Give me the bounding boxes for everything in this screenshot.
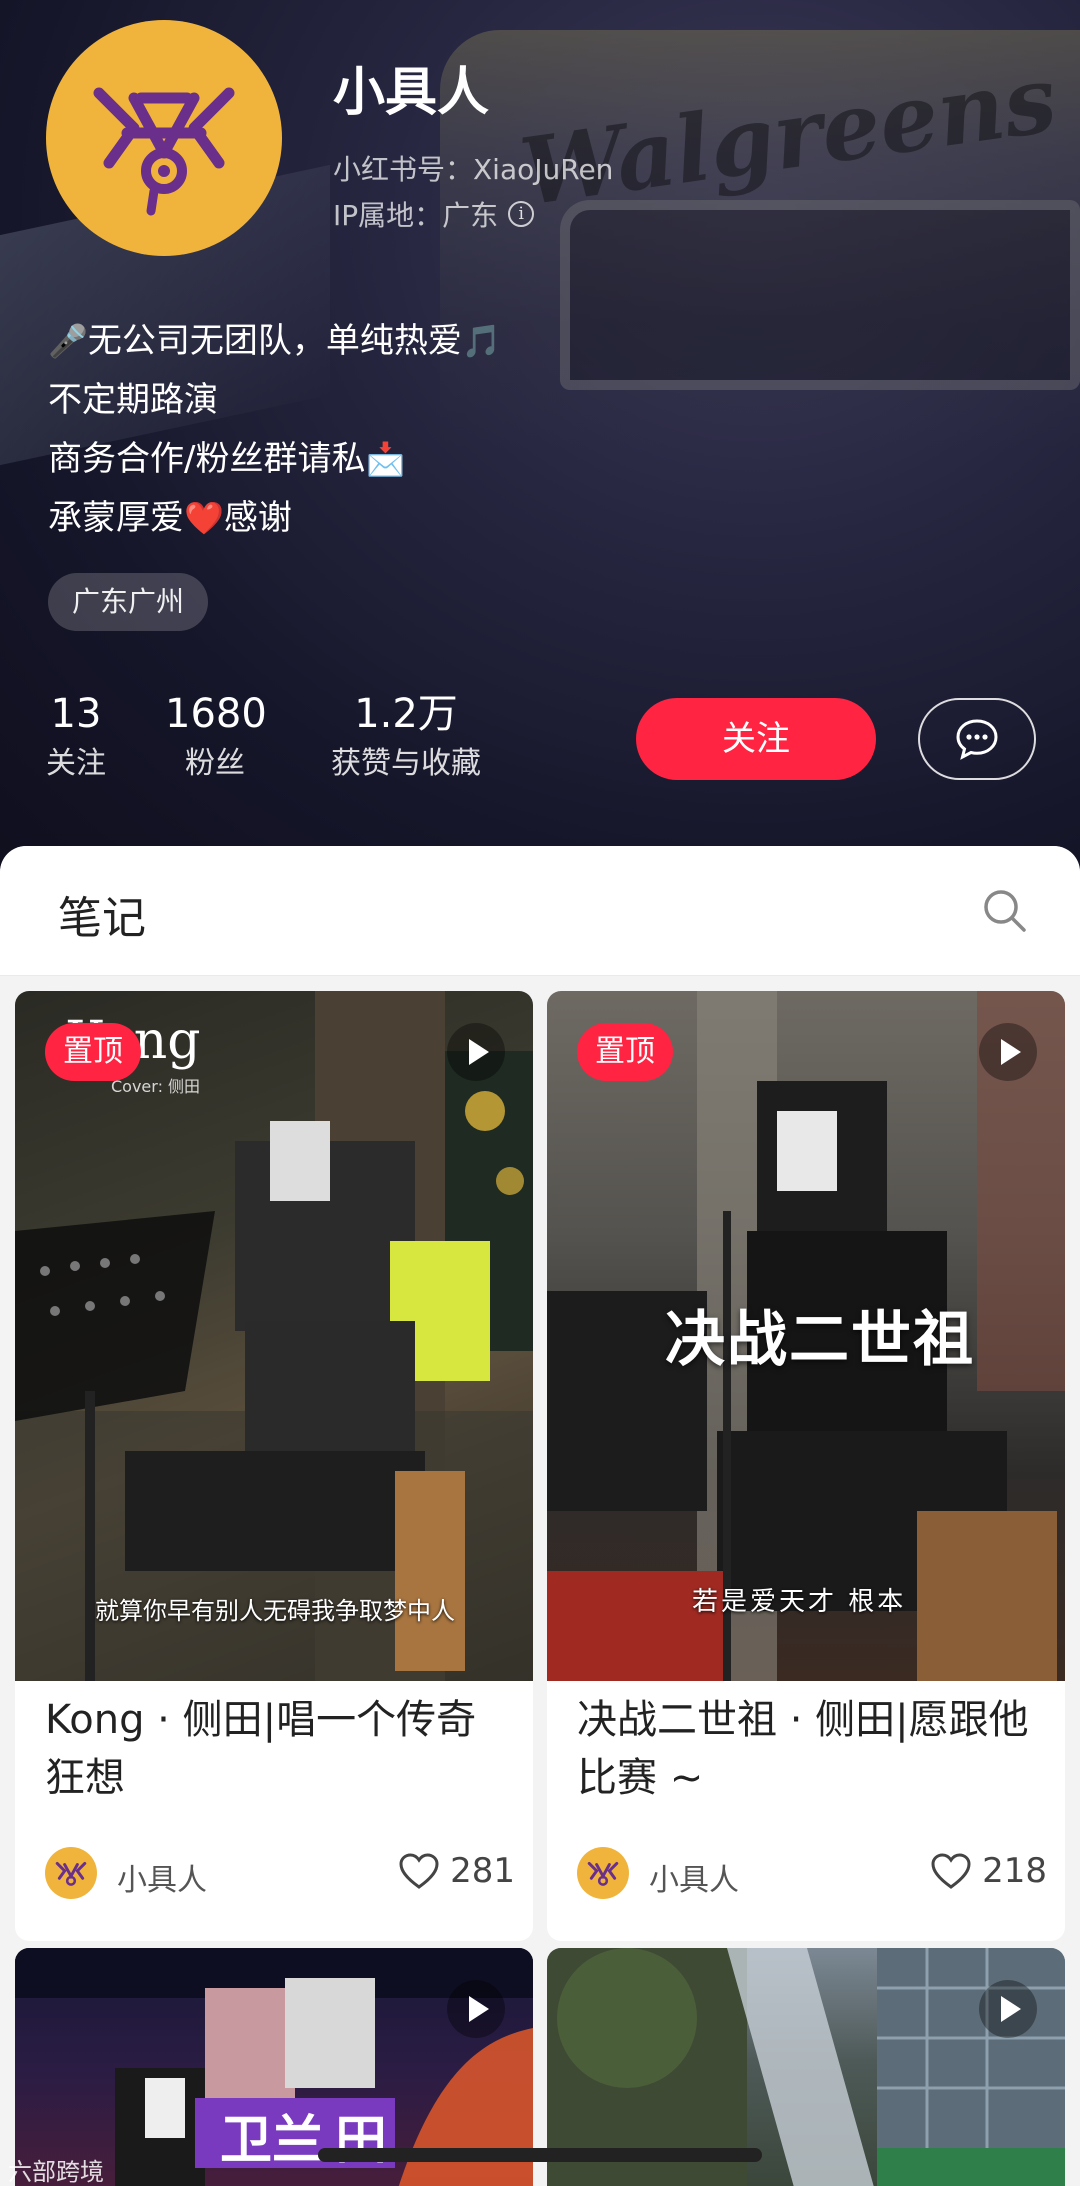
author-name[interactable]: 小具人 — [649, 1855, 739, 1899]
avatar[interactable] — [46, 20, 282, 256]
red-id: 小红书号：XiaoJuRen — [333, 153, 614, 186]
message-button[interactable] — [918, 698, 1036, 780]
cover-caption: 就算你早有别人无碍我争取梦中人 — [95, 1597, 455, 1625]
heart-outline-icon — [931, 1853, 971, 1889]
pinned-badge: 置顶 — [577, 1023, 673, 1081]
search-icon — [984, 890, 1026, 932]
note-cover: 置顶 决战二世祖 若是爱天才 根本 — [547, 991, 1065, 1681]
stat-followers-label: 粉丝 — [185, 746, 245, 781]
watermark: 六部跨境 — [8, 2158, 104, 2186]
cover-image — [15, 991, 533, 1681]
follow-button[interactable]: 关注 — [636, 698, 876, 780]
ip-location-text: IP属地：广东 — [333, 199, 499, 232]
note-card[interactable]: 置顶 Kong Cover: 侧田 就算你早有别人无碍我争取梦中人 Kong ·… — [15, 991, 533, 1941]
author-avatar[interactable] — [577, 1847, 629, 1899]
play-icon — [979, 1023, 1037, 1081]
stat-following-value: 13 — [50, 691, 102, 737]
play-icon — [979, 1980, 1037, 2038]
stat-followers-value: 1680 — [165, 691, 267, 737]
stat-following-label: 关注 — [46, 746, 106, 781]
author-name[interactable]: 小具人 — [117, 1855, 207, 1899]
heart-icon: ❤️ — [184, 499, 224, 537]
bio-text: 不定期路演 — [48, 380, 218, 420]
stat-following[interactable]: 13 关注 — [40, 690, 112, 790]
profile-header: Walgreens 小具人 小红书号：XiaoJuRen IP属地：广东 i 🎤… — [0, 0, 1080, 880]
like-button[interactable]: 218 — [930, 1851, 1047, 1891]
heart-outline-icon — [399, 1853, 439, 1889]
info-icon[interactable]: i — [508, 201, 535, 227]
stat-followers[interactable]: 1680 粉丝 — [165, 690, 267, 790]
note-footer: 小具人 218 — [577, 1843, 1047, 1903]
music-note-icon: 🎵 — [461, 322, 502, 360]
background-bus-window — [560, 200, 1080, 390]
bio-line: 不定期路演 — [48, 371, 502, 430]
tab-notes[interactable]: 笔记 — [58, 882, 146, 946]
bio-line: 🎤 无公司无团队，单纯热爱 🎵 — [48, 312, 502, 371]
profile-nickname: 小具人 — [333, 63, 490, 123]
brand-logo-icon — [587, 1861, 619, 1886]
bio: 🎤 无公司无团队，单纯热爱 🎵 不定期路演 商务合作/粉丝群请私 📩 承蒙厚爱 … — [48, 312, 502, 548]
note-footer: 小具人 281 — [45, 1843, 515, 1903]
note-title: Kong · 侧田|唱一个传奇狂想 — [45, 1697, 477, 1801]
bio-text: 无公司无团队，单纯热爱 — [87, 321, 462, 361]
like-button[interactable]: 281 — [398, 1851, 515, 1891]
brand-logo-icon — [55, 1861, 87, 1886]
stat-likes-label: 获赞与收藏 — [331, 746, 481, 781]
like-count: 218 — [982, 1851, 1047, 1891]
notes-panel: 笔记 置顶 Cover: 侧田 就算你早有别人无碍我争取梦中人 Kong · 侧… — [0, 846, 1080, 2186]
note-cover: 置顶 Kong Cover: 侧田 就算你早有别人无碍我争取梦中人 — [15, 991, 533, 1681]
note-card[interactable]: 置顶 决战二世祖 若是爱天才 根本 决战二世祖 · 侧田|愿跟他比赛 ~ 小具人 — [547, 991, 1065, 1941]
bio-line: 商务合作/粉丝群请私 📩 — [48, 430, 502, 489]
envelope-icon: 📩 — [365, 440, 406, 478]
brand-logo-icon — [93, 87, 235, 216]
stat-likes-value: 1.2万 — [354, 691, 458, 737]
cover-title: 决战二世祖 — [665, 1305, 975, 1375]
bio-line: 承蒙厚爱 ❤️ 感谢 — [48, 489, 502, 548]
cover-title: 卫兰 — [220, 2110, 325, 2171]
like-count: 281 — [450, 1851, 515, 1891]
bio-text: 感谢 — [223, 498, 292, 538]
search-button[interactable] — [980, 886, 1030, 936]
bio-text: 承蒙厚爱 — [48, 498, 184, 538]
notes-tab-bar: 笔记 — [0, 846, 1080, 976]
chat-bubble-icon — [956, 719, 998, 760]
location-tag[interactable]: 广东广州 — [48, 573, 209, 631]
bio-text: 商务合作/粉丝群请私 — [48, 439, 366, 479]
microphone-icon: 🎤 — [48, 322, 88, 360]
stat-likes[interactable]: 1.2万 获赞与收藏 — [323, 690, 489, 790]
play-icon — [447, 1023, 505, 1081]
home-indicator[interactable] — [318, 2148, 762, 2162]
pinned-badge: 置顶 — [45, 1023, 141, 1081]
author-avatar[interactable] — [45, 1847, 97, 1899]
play-icon — [447, 1980, 505, 2038]
note-title: 决战二世祖 · 侧田|愿跟他比赛 ~ — [577, 1697, 1029, 1801]
ip-location: IP属地：广东 i — [333, 194, 535, 234]
profile-stats: 13 关注 1680 粉丝 1.2万 获赞与收藏 — [0, 690, 600, 800]
cover-caption: 若是爱天才 根本 — [692, 1587, 907, 1617]
